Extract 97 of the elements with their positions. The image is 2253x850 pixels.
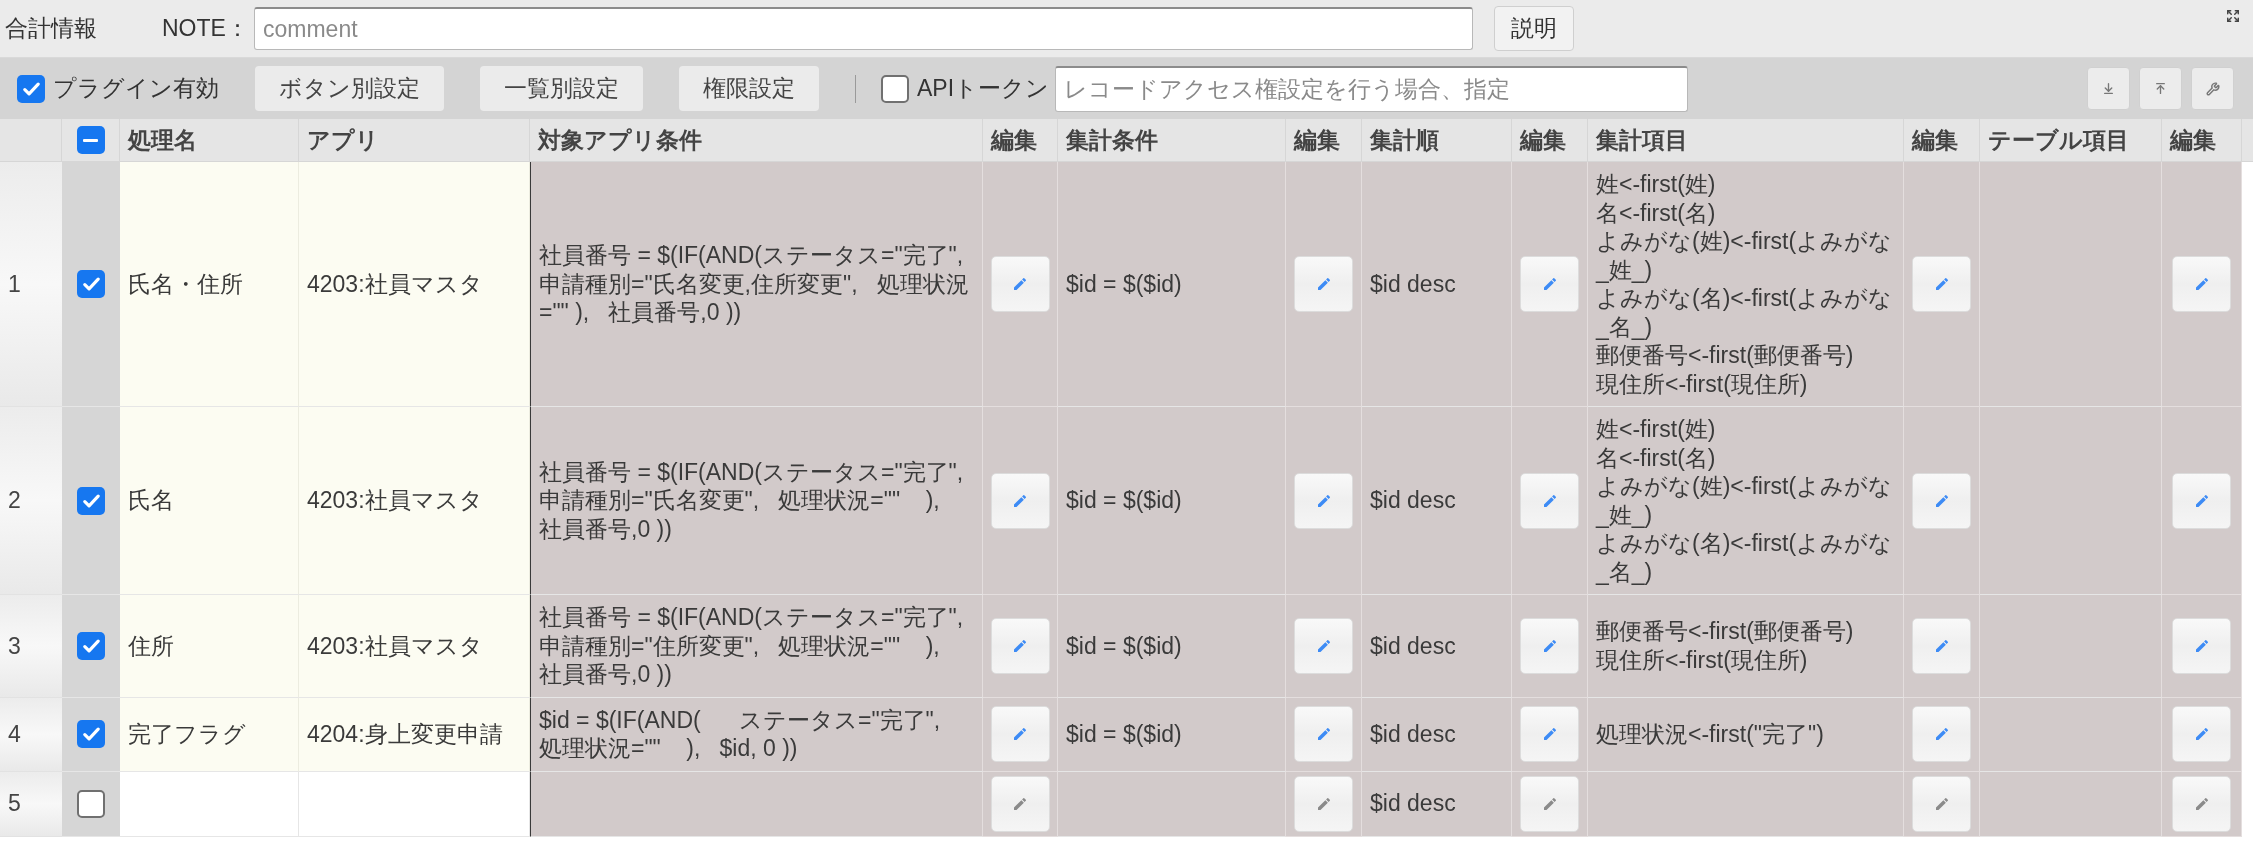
column-header[interactable]: 対象アプリ条件 [530, 122, 710, 158]
edit-button[interactable] [1520, 472, 1579, 529]
table-cell: $id = $($id) [1058, 407, 1286, 595]
help-button[interactable]: 説明 [1494, 6, 1574, 51]
edit-button[interactable] [1294, 706, 1353, 762]
table-cell: 氏名・住所 [120, 162, 299, 407]
edit-button[interactable] [2172, 775, 2231, 832]
table-cell: 4203:社員マスタ [299, 162, 530, 407]
edit-button[interactable] [1294, 256, 1353, 312]
edit-button[interactable] [1294, 617, 1353, 674]
column-header[interactable]: 編集 [1286, 122, 1348, 158]
note-field[interactable]: comment [254, 7, 1473, 50]
table-cell: 姓<-first(姓) 名<-first(名) よみがな(姓)<-first(よみがな_姓_) よみがな(名)<-first(よみがな_名_) [1588, 407, 1904, 595]
edit-button[interactable] [1520, 256, 1579, 312]
edit-button[interactable] [990, 256, 1050, 312]
edit-button[interactable] [990, 472, 1050, 529]
edit-button[interactable] [1520, 775, 1579, 832]
table-cell: $id = $($id) [1058, 697, 1286, 772]
row-number: 2 [0, 407, 62, 595]
edit-button[interactable] [2172, 706, 2231, 762]
table-cell: $id = $($id) [1058, 595, 1286, 698]
table-cell: 郵便番号<-first(郵便番号) 現住所<-first(現住所) [1588, 595, 1904, 698]
minus-icon [83, 138, 98, 142]
row-number: 1 [0, 162, 62, 407]
edit-button[interactable] [990, 617, 1050, 674]
table-cell: 4203:社員マスタ [299, 595, 530, 698]
table-cell: 4203:社員マスタ [299, 407, 530, 595]
row-checkbox[interactable] [77, 270, 105, 298]
select-all-checkbox[interactable] [76, 126, 105, 154]
table-cell: 4204:身上変更申請 [299, 697, 530, 772]
settings-button[interactable]: 一覧別設定 [480, 66, 643, 111]
checkmark-icon [82, 727, 100, 741]
column-header[interactable]: 処理名 [120, 122, 205, 158]
wrench-icon [2205, 81, 2220, 96]
download-icon [2102, 82, 2115, 95]
note-label: NOTE： [162, 14, 250, 44]
plugin-enabled-checkbox[interactable] [17, 74, 45, 103]
row-checkbox[interactable] [77, 631, 105, 660]
edit-button[interactable] [1912, 775, 1971, 832]
edit-button[interactable] [1520, 706, 1579, 762]
upload-button[interactable] [2139, 67, 2182, 110]
row-checkbox[interactable] [77, 720, 105, 748]
edit-button[interactable] [2172, 256, 2231, 312]
table-cell: 社員番号 = $(IF(AND(ステータス="完了", 申請種別="氏名変更", 処理状況="" ), 社員番号,0 )) [530, 407, 983, 595]
edit-button[interactable] [1912, 617, 1971, 674]
edit-button[interactable] [1912, 472, 1971, 529]
checkbox-label: APIトークン [917, 74, 1050, 104]
table-cell: 姓<-first(姓) 名<-first(名) よみがな(姓)<-first(よみがな_姓_) よみがな(名)<-first(よみがな_名_) 郵便番号<-first(郵便番号) 現住所<-first(現住所) [1588, 162, 1904, 407]
row-number: 3 [0, 595, 62, 698]
api-token-checkbox[interactable] [881, 74, 909, 103]
column-header[interactable]: アプリ [299, 122, 387, 158]
table-cell: 住所 [120, 595, 299, 698]
table-cell: 社員番号 = $(IF(AND(ステータス="完了", 申請種別="氏名変更,住所変更", 処理状況="" ), 社員番号,0 )) [530, 162, 983, 407]
table-cell: $id = $(IF(AND( ステータス="完了", 処理状況="" ), $id, 0 )) [530, 697, 983, 772]
edit-button[interactable] [2172, 617, 2231, 674]
download-button[interactable] [2087, 67, 2130, 110]
edit-button[interactable] [1520, 617, 1579, 674]
checkmark-icon [82, 638, 100, 653]
table-cell: 処理状況<-first("完了") [1588, 697, 1904, 772]
edit-button[interactable] [1294, 775, 1353, 832]
upload-icon [2154, 82, 2167, 95]
expand-icon[interactable] [2226, 9, 2240, 23]
checkmark-icon [82, 277, 100, 291]
row-number: 5 [0, 771, 62, 837]
settings-button[interactable]: ボタン別設定 [255, 66, 444, 111]
edit-button[interactable] [1294, 472, 1353, 529]
checkbox-label: プラグイン有効 [53, 74, 219, 104]
table-cell: $id desc [1362, 407, 1512, 595]
column-header[interactable]: 編集 [983, 122, 1045, 158]
edit-button[interactable] [1912, 256, 1971, 312]
table-cell: 氏名 [120, 407, 299, 595]
section-title: 合計情報 [5, 14, 98, 44]
tools-button[interactable] [2191, 67, 2234, 110]
edit-button[interactable] [990, 775, 1050, 832]
table-cell: 完了フラグ [120, 697, 299, 772]
checkmark-icon [82, 493, 100, 508]
table-cell: 社員番号 = $(IF(AND(ステータス="完了", 申請種別="住所変更", 処理状況="" ), 社員番号,0 )) [530, 595, 983, 698]
column-header[interactable]: テーブル項目 [1980, 122, 2137, 158]
settings-button[interactable]: 権限設定 [679, 66, 819, 111]
table-cell: $id = $($id) [1058, 162, 1286, 407]
column-header[interactable]: 集計項目 [1588, 122, 1696, 158]
edit-button[interactable] [2172, 472, 2231, 529]
edit-button[interactable] [1912, 706, 1971, 762]
table-cell: $id desc [1362, 771, 1512, 837]
column-header[interactable]: 編集 [2162, 122, 2224, 158]
edit-button[interactable] [990, 706, 1050, 762]
api-token-field[interactable]: レコードアクセス権設定を行う場合、指定 [1055, 65, 1689, 112]
row-checkbox[interactable] [77, 486, 105, 515]
column-header[interactable]: 編集 [1512, 122, 1574, 158]
table-cell: $id desc [1362, 697, 1512, 772]
table-cell: $id desc [1362, 595, 1512, 698]
column-header[interactable]: 集計順 [1362, 122, 1447, 158]
table-cell: $id desc [1362, 162, 1512, 407]
column-header[interactable]: 編集 [1904, 122, 1966, 158]
checkmark-icon [22, 81, 40, 96]
row-number: 4 [0, 697, 62, 772]
column-header[interactable]: 集計条件 [1058, 122, 1166, 158]
